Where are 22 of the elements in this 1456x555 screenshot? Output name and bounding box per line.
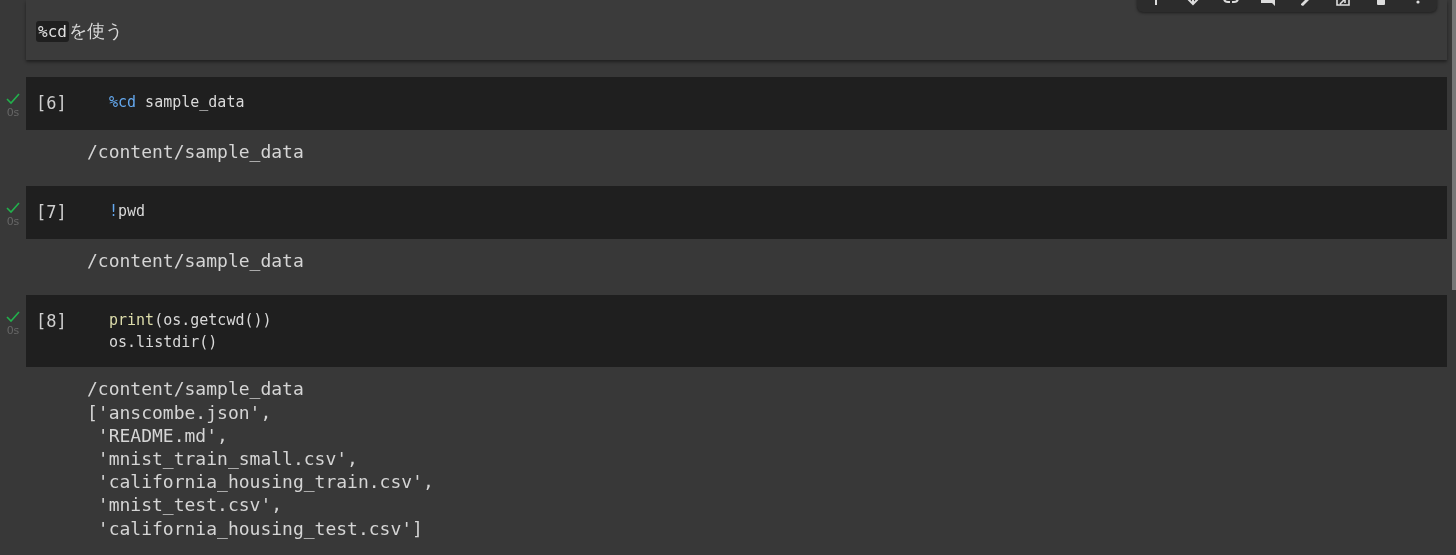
code-line: %cd sample_data <box>109 92 245 113</box>
inline-code: %cd <box>36 20 69 42</box>
code-line: os.listdir() <box>109 332 219 354</box>
execution-count: [6] <box>36 92 68 115</box>
output-line: 'california_housing_test.csv'] <box>96 516 424 540</box>
code-line: !pwd <box>109 201 146 223</box>
code-line: print(os.getcwd()) <box>109 310 272 332</box>
output-line: /content/sample_data <box>87 140 305 164</box>
output-line: 'README.md', <box>96 423 229 447</box>
output-line: 'california_housing_train.csv', <box>96 470 435 494</box>
code-cell[interactable]: [6] %cd sample_data <box>26 77 1447 130</box>
heading-text: を使う <box>68 19 123 43</box>
execution-count: [7] <box>36 201 68 225</box>
output-line: 'mnist_test.csv', <box>96 493 284 517</box>
execution-count: [8] <box>36 310 68 334</box>
output-line: ['anscombe.json', <box>87 400 273 424</box>
scrollbar[interactable] <box>1452 0 1456 290</box>
output-line: /content/sample_data <box>87 249 305 273</box>
output-line: /content/sample_data <box>87 377 305 401</box>
code-cell[interactable]: [8] print(os.getcwd()) os.listdir() <box>26 295 1447 368</box>
output-line: 'mnist_train_small.csv', <box>96 447 359 471</box>
code-cell[interactable]: [7] !pwd <box>26 186 1447 240</box>
